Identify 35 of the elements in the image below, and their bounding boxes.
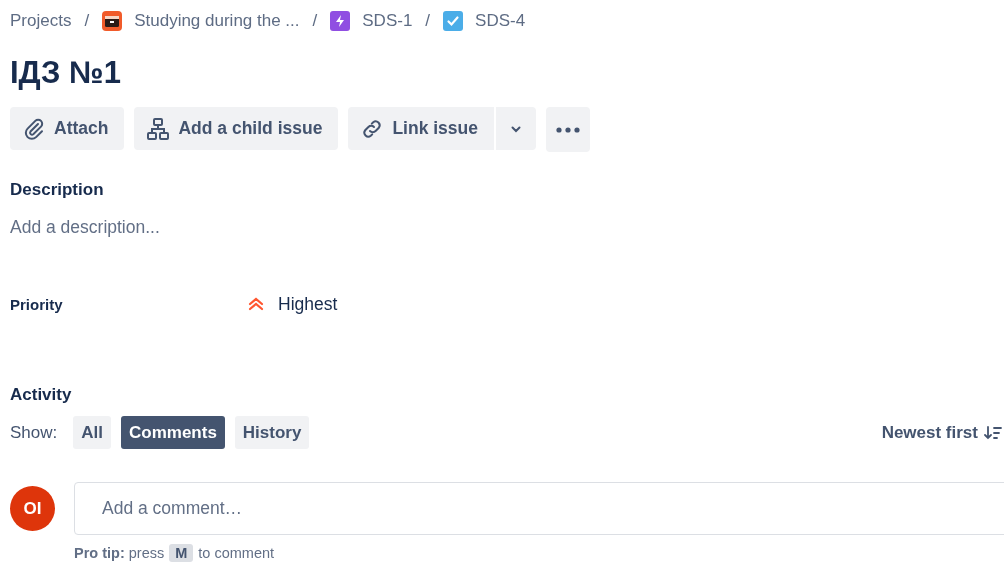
filter-tab[interactable]: Comments	[121, 416, 225, 449]
pro-tip-text: Pro tip: press	[74, 545, 165, 561]
breadcrumb-separator: /	[425, 11, 431, 31]
more-icon	[556, 126, 580, 133]
priority-value[interactable]: Highest	[278, 293, 338, 315]
link-issue-button[interactable]: Link issue	[348, 107, 494, 150]
more-button[interactable]	[546, 107, 590, 152]
priority-label: Priority	[10, 295, 64, 313]
filter-tab[interactable]: All	[73, 416, 111, 449]
sort-button[interactable]: Newest first	[881, 422, 1002, 443]
paperclip-icon	[22, 116, 46, 141]
show-label: Show:	[10, 422, 58, 443]
attach-button[interactable]: Attach	[10, 107, 125, 150]
breadcrumb-separator: /	[312, 11, 318, 31]
breadcrumb-separator: /	[84, 11, 90, 31]
project-icon	[102, 11, 123, 31]
double-chevron-up-icon	[248, 297, 264, 311]
activity-heading: Activity	[10, 384, 73, 406]
breadcrumb-link[interactable]: SDS-4	[443, 11, 526, 31]
hierarchy-icon	[146, 116, 171, 141]
description-heading: Description	[10, 179, 105, 201]
keyboard-key: M	[169, 544, 194, 562]
lightning-icon	[330, 11, 351, 31]
filter-tab[interactable]: History	[234, 416, 310, 449]
issue-title: ІДЗ №1	[10, 55, 122, 91]
breadcrumb-link[interactable]: Projects	[10, 11, 72, 31]
comment-field[interactable]: Add a comment…	[74, 482, 1004, 535]
breadcrumb-link[interactable]: Studying during the ...	[102, 11, 300, 31]
user-avatar: OI	[10, 486, 55, 531]
breadcrumb-link[interactable]: SDS-1	[330, 11, 413, 31]
pro-tip-text: to comment	[198, 545, 275, 561]
child-issue-button[interactable]: Add a child issue	[134, 107, 339, 150]
checkbox-icon	[443, 11, 464, 31]
sort-icon	[984, 424, 1002, 441]
description-field[interactable]: Add a description...	[10, 216, 160, 238]
